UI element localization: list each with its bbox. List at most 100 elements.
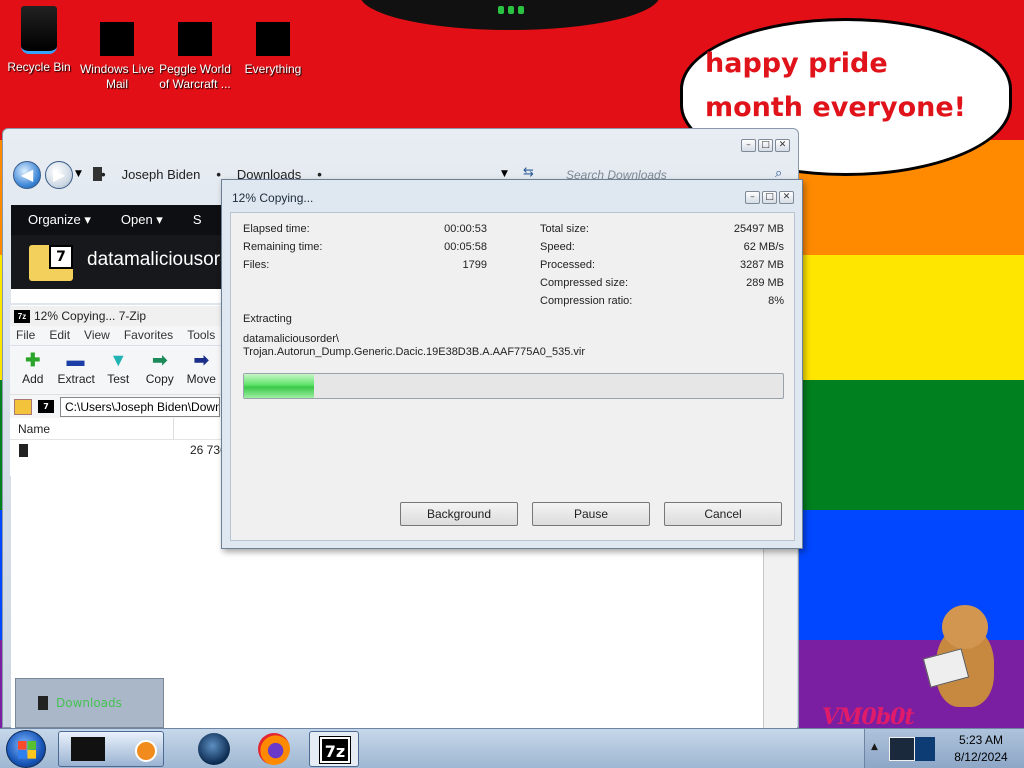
back-button[interactable]: ◀ — [13, 161, 41, 189]
address-dropdown-icon[interactable]: ▼ — [501, 169, 508, 179]
explorer-caption-buttons: – □ ✕ — [741, 139, 790, 152]
7zip-title: 12% Copying... 7-Zip — [34, 309, 147, 323]
recent-pages-chevron-icon[interactable]: ▼ — [75, 169, 82, 179]
media-player-icon — [135, 740, 157, 762]
volume-icon[interactable] — [915, 737, 935, 761]
taskbar-7zip-button[interactable]: 7z — [309, 731, 359, 767]
organize-button[interactable]: Organize ▾ — [28, 212, 91, 235]
extract-icon: ▬ — [66, 350, 85, 370]
menu-file[interactable]: File — [16, 328, 35, 343]
menu-view[interactable]: View — [84, 328, 110, 343]
dialog-title: 12% Copying... — [232, 191, 314, 205]
desktop-icon-peggle[interactable]: Peggle World of Warcraft ... — [156, 6, 234, 92]
menu-edit[interactable]: Edit — [49, 328, 70, 343]
show-hidden-icons-icon[interactable]: ▲ — [871, 742, 878, 752]
folder-icon — [38, 696, 48, 710]
file-icon — [19, 444, 28, 457]
refresh-icon[interactable]: ⇆ — [523, 165, 534, 180]
7zip-column-header: Name — [10, 418, 224, 440]
desktop-icon-label: Everything — [244, 62, 302, 76]
network-icon[interactable] — [889, 737, 915, 761]
preview-label: Downloads — [56, 696, 122, 710]
taskbar-browser-globe-icon[interactable] — [198, 733, 230, 765]
cancel-button[interactable]: Cancel — [664, 502, 782, 526]
move-icon: ➡ — [193, 350, 209, 370]
table-row[interactable]: 26 736 — [10, 440, 227, 460]
stat-speed: Speed: 62 MB/s — [540, 241, 784, 253]
move-button[interactable]: ➡ Move — [185, 350, 219, 390]
maximize-button[interactable]: □ — [758, 139, 773, 152]
breadcrumb-item[interactable]: Joseph Biden — [122, 167, 201, 182]
creature-eye — [508, 6, 514, 14]
dialog-caption-buttons: – □ ✕ — [745, 191, 794, 204]
speech-bubble-text: happy pride month everyone! — [705, 48, 966, 123]
copy-button[interactable]: ➡ Copy — [143, 350, 177, 390]
copy-icon: ➡ — [152, 350, 168, 370]
taskbar-preview-downloads[interactable]: Downloads — [15, 678, 164, 728]
maximize-button[interactable]: □ — [762, 191, 777, 204]
desktop-icon-label: Recycle Bin — [7, 60, 71, 74]
hamster-mascot-image — [922, 605, 1000, 710]
current-path: datamaliciousorder\ — [243, 333, 339, 345]
explorer-details-header: datamaliciousorder — [11, 235, 225, 289]
stat-total-size: Total size: 25497 MB — [540, 223, 784, 235]
test-icon: ▼ — [109, 350, 128, 370]
windows-logo-icon — [18, 741, 36, 759]
taskbar: 7z ▲ 5:23 AM 8/12/2024 — [0, 728, 1024, 768]
stat-files: Files: 1799 — [243, 259, 487, 271]
copy-progress-dialog[interactable]: 12% Copying... – □ ✕ Elapsed time: 00:00… — [221, 179, 803, 549]
7zip-file-manager-window[interactable]: 7z 12% Copying... 7-Zip File Edit View F… — [10, 306, 227, 476]
explorer-window-icon — [71, 737, 105, 761]
stat-remaining: Remaining time: 00:05:58 — [243, 241, 487, 253]
test-button[interactable]: ▼ Test — [102, 350, 136, 390]
share-button[interactable]: S — [193, 212, 202, 235]
close-button[interactable]: ✕ — [775, 139, 790, 152]
explorer-toolbar: Organize ▾ Open ▾ S — [11, 205, 225, 235]
recycle-bin-icon — [21, 6, 57, 54]
stat-elapsed: Elapsed time: 00:00:53 — [243, 223, 487, 235]
menu-tools[interactable]: Tools — [187, 328, 215, 343]
taskbar-explorer-button[interactable] — [58, 731, 164, 767]
forward-button[interactable]: ▶ — [45, 161, 73, 189]
menu-favorites[interactable]: Favorites — [124, 328, 173, 343]
operation-status: Extracting — [243, 313, 292, 325]
column-header-strip — [11, 289, 225, 303]
scrollbar[interactable] — [763, 549, 797, 729]
creature-eye — [498, 6, 504, 14]
everything-icon — [256, 22, 290, 56]
minimize-button[interactable]: – — [741, 139, 756, 152]
archive-icon: 7 — [38, 400, 54, 413]
minimize-button[interactable]: – — [745, 191, 760, 204]
7zip-icon: 7z — [319, 736, 351, 764]
address-input[interactable]: C:\Users\Joseph Biden\Downloads — [60, 396, 220, 417]
desktop-icon-recycle-bin[interactable]: Recycle Bin — [0, 6, 78, 75]
stat-compression-ratio: Compression ratio: 8% — [540, 295, 784, 307]
7zip-titlebar: 7z 12% Copying... 7-Zip — [10, 306, 224, 326]
close-button[interactable]: ✕ — [779, 191, 794, 204]
peggle-icon — [178, 22, 212, 56]
clock-date[interactable]: 8/12/2024 — [943, 750, 1019, 764]
desktop-icon-windows-live-mail[interactable]: Windows Live Mail — [78, 6, 156, 92]
start-button[interactable] — [6, 730, 46, 768]
open-button[interactable]: Open ▾ — [121, 212, 163, 235]
add-button[interactable]: ✚ Add — [16, 350, 50, 390]
background-button[interactable]: Background — [400, 502, 518, 526]
extract-button[interactable]: ▬ Extract — [58, 350, 95, 390]
system-tray: ▲ 5:23 AM 8/12/2024 — [864, 729, 1024, 768]
7zip-menubar: File Edit View Favorites Tools — [10, 326, 224, 346]
archive-folder-icon — [29, 245, 73, 281]
progress-bar — [243, 373, 784, 399]
watermark-text: VM0b0t — [822, 704, 915, 728]
add-icon: ✚ — [25, 350, 41, 370]
pause-button[interactable]: Pause — [532, 502, 650, 526]
taskbar-firefox-icon[interactable] — [258, 733, 290, 765]
stat-compressed-size: Compressed size: 289 MB — [540, 277, 784, 289]
up-folder-icon[interactable] — [14, 398, 32, 415]
creature-eye — [518, 6, 524, 14]
clock-time[interactable]: 5:23 AM — [943, 733, 1019, 747]
7zip-toolbar: ✚ Add ▬ Extract ▼ Test ➡ Copy ➡ Move — [10, 346, 224, 394]
progress-bar-fill — [244, 374, 315, 398]
desktop-icon-everything[interactable]: Everything — [234, 6, 312, 77]
column-name[interactable]: Name — [18, 422, 50, 436]
7zip-address-bar: 7 C:\Users\Joseph Biden\Downloads — [10, 394, 224, 418]
